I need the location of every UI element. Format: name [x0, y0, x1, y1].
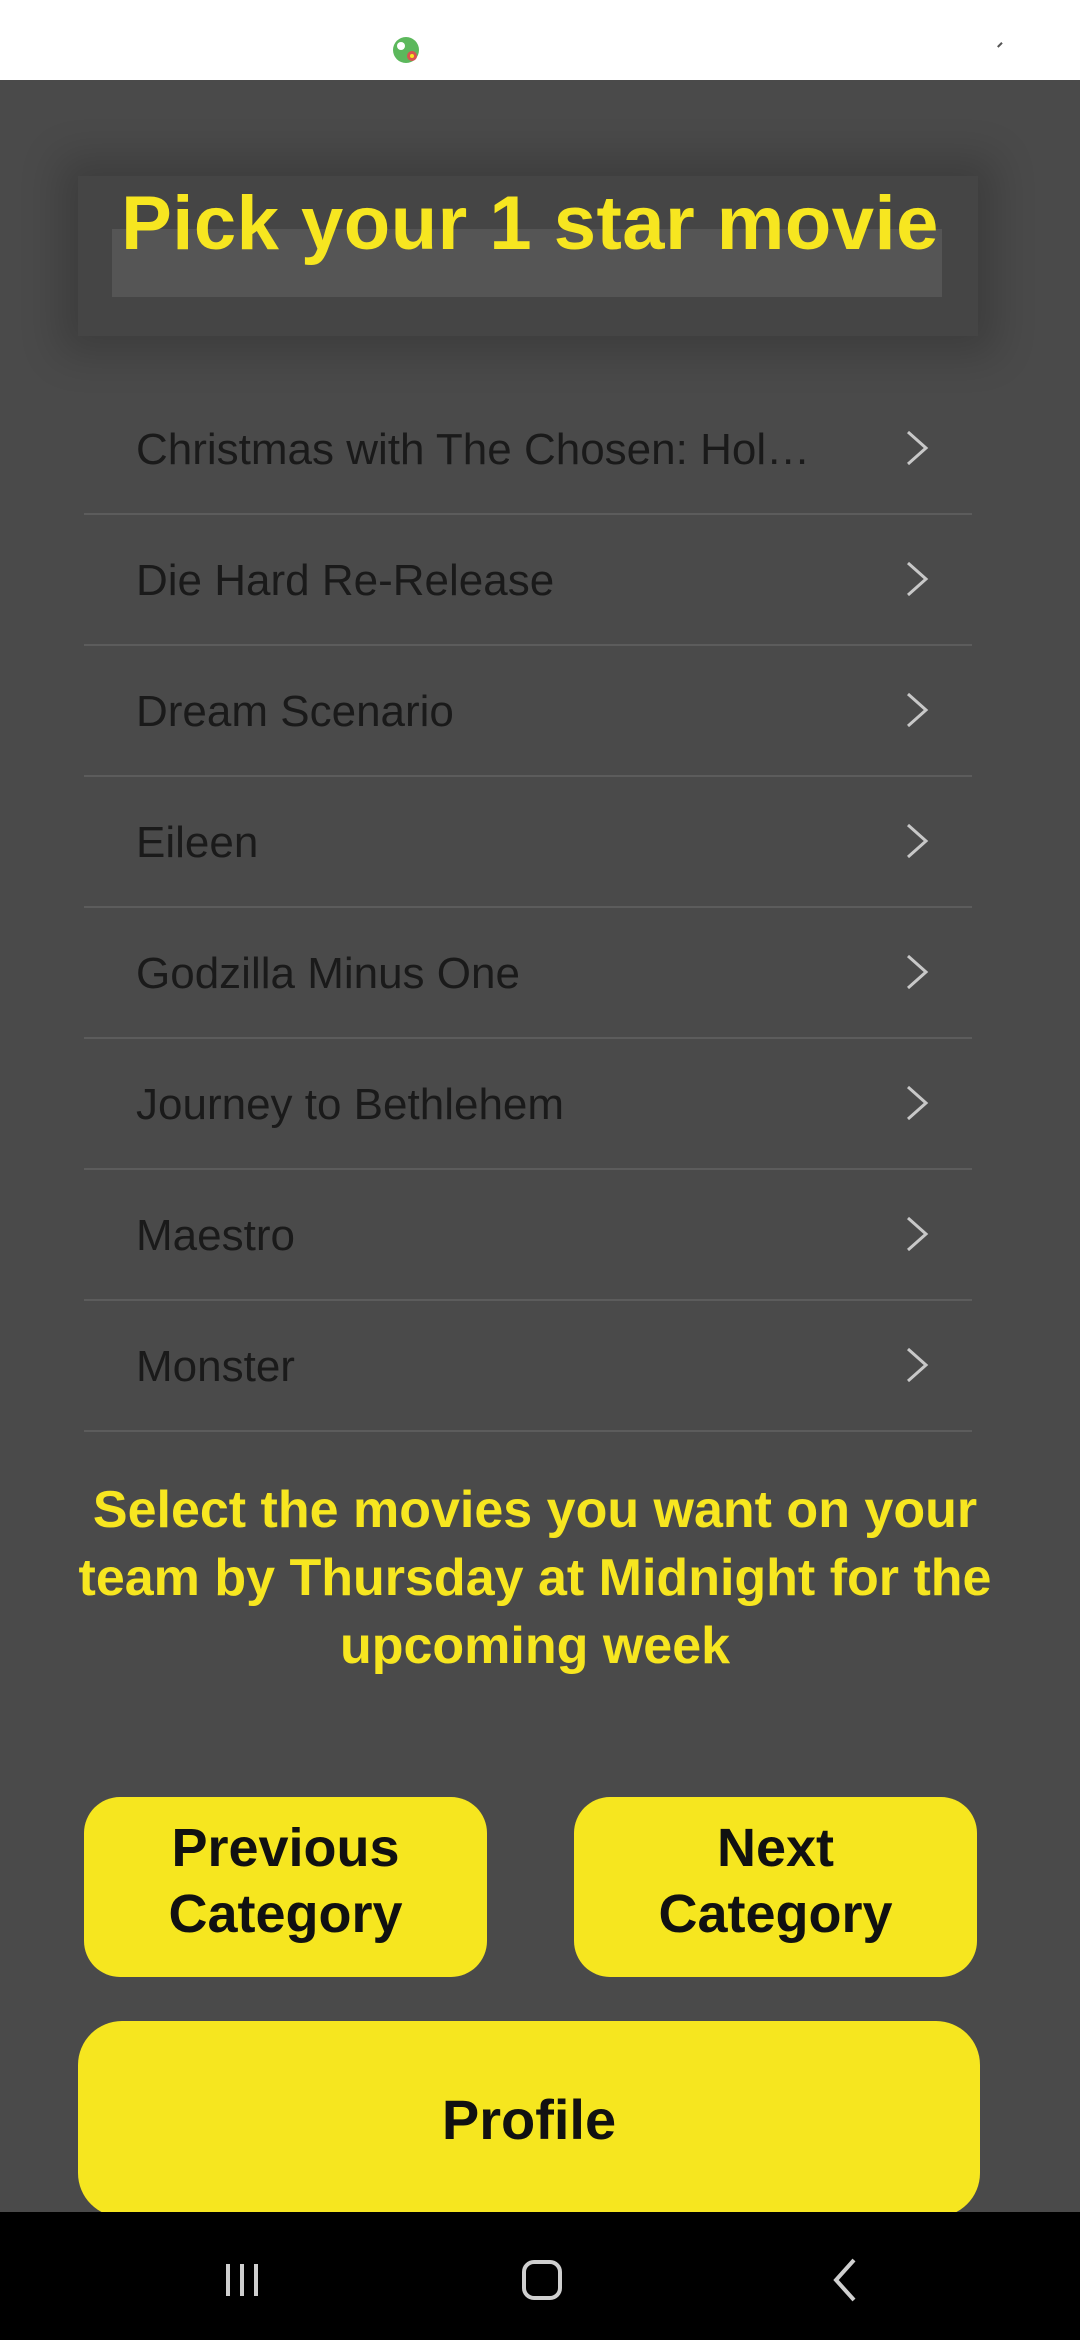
- previous-button-line2: Category: [168, 1884, 403, 1944]
- movie-title: Dream Scenario: [136, 687, 454, 736]
- previous-button-line1: Previous: [171, 1818, 400, 1878]
- movie-list-item[interactable]: Journey to Bethlehem: [84, 1039, 972, 1170]
- movie-title: Maestro: [136, 1211, 295, 1260]
- movie-title: Journey to Bethlehem: [136, 1080, 565, 1129]
- system-nav-bar: [0, 2212, 1080, 2340]
- movie-list-item[interactable]: Monster: [84, 1301, 972, 1432]
- previous-category-button[interactable]: Previous Category: [84, 1797, 487, 1977]
- instructions-text: Select the movies you want on your team …: [78, 1481, 992, 1675]
- movie-list-item[interactable]: Maestro: [84, 1170, 972, 1301]
- movie-title: Christmas with The Chosen: Hol…: [136, 425, 811, 474]
- next-category-button[interactable]: Next Category: [574, 1797, 977, 1977]
- chevron-right-icon: [907, 561, 929, 597]
- page-title: Pick your 1 star movie: [121, 181, 939, 266]
- status-bar: [0, 0, 1080, 80]
- movie-list-item[interactable]: Christmas with The Chosen: Hol…: [84, 384, 972, 515]
- chevron-right-icon: [907, 1216, 929, 1252]
- next-button-line2: Category: [658, 1884, 893, 1944]
- chevron-right-icon: [907, 1085, 929, 1121]
- app-notification-icon: [393, 37, 419, 63]
- movie-list-item[interactable]: Dream Scenario: [84, 646, 972, 777]
- movie-title: Monster: [136, 1342, 295, 1391]
- chevron-right-icon: [907, 692, 929, 728]
- profile-button[interactable]: Profile: [78, 2021, 980, 2217]
- movie-title: Die Hard Re-Release: [136, 556, 555, 605]
- movie-title: Eileen: [136, 818, 259, 867]
- chevron-right-icon: [907, 430, 929, 466]
- chevron-right-icon: [907, 823, 929, 859]
- chevron-right-icon: [907, 1347, 929, 1383]
- next-button-line1: Next: [716, 1818, 835, 1878]
- home-icon[interactable]: [512, 2250, 572, 2310]
- movie-list-item[interactable]: Eileen: [84, 777, 972, 908]
- movie-title: Godzilla Minus One: [136, 949, 520, 998]
- main-content: Pick your 1 star movie Christmas with Th…: [0, 80, 1080, 2217]
- movie-list-item[interactable]: Die Hard Re-Release: [84, 515, 972, 646]
- recents-icon[interactable]: [212, 2250, 272, 2310]
- movie-list-item[interactable]: Godzilla Minus One: [84, 908, 972, 1039]
- back-icon[interactable]: [816, 2250, 876, 2310]
- signal-tick-icon: [997, 42, 1007, 52]
- movie-list: Christmas with The Chosen: Hol… Die Hard…: [84, 384, 972, 1432]
- chevron-right-icon: [907, 954, 929, 990]
